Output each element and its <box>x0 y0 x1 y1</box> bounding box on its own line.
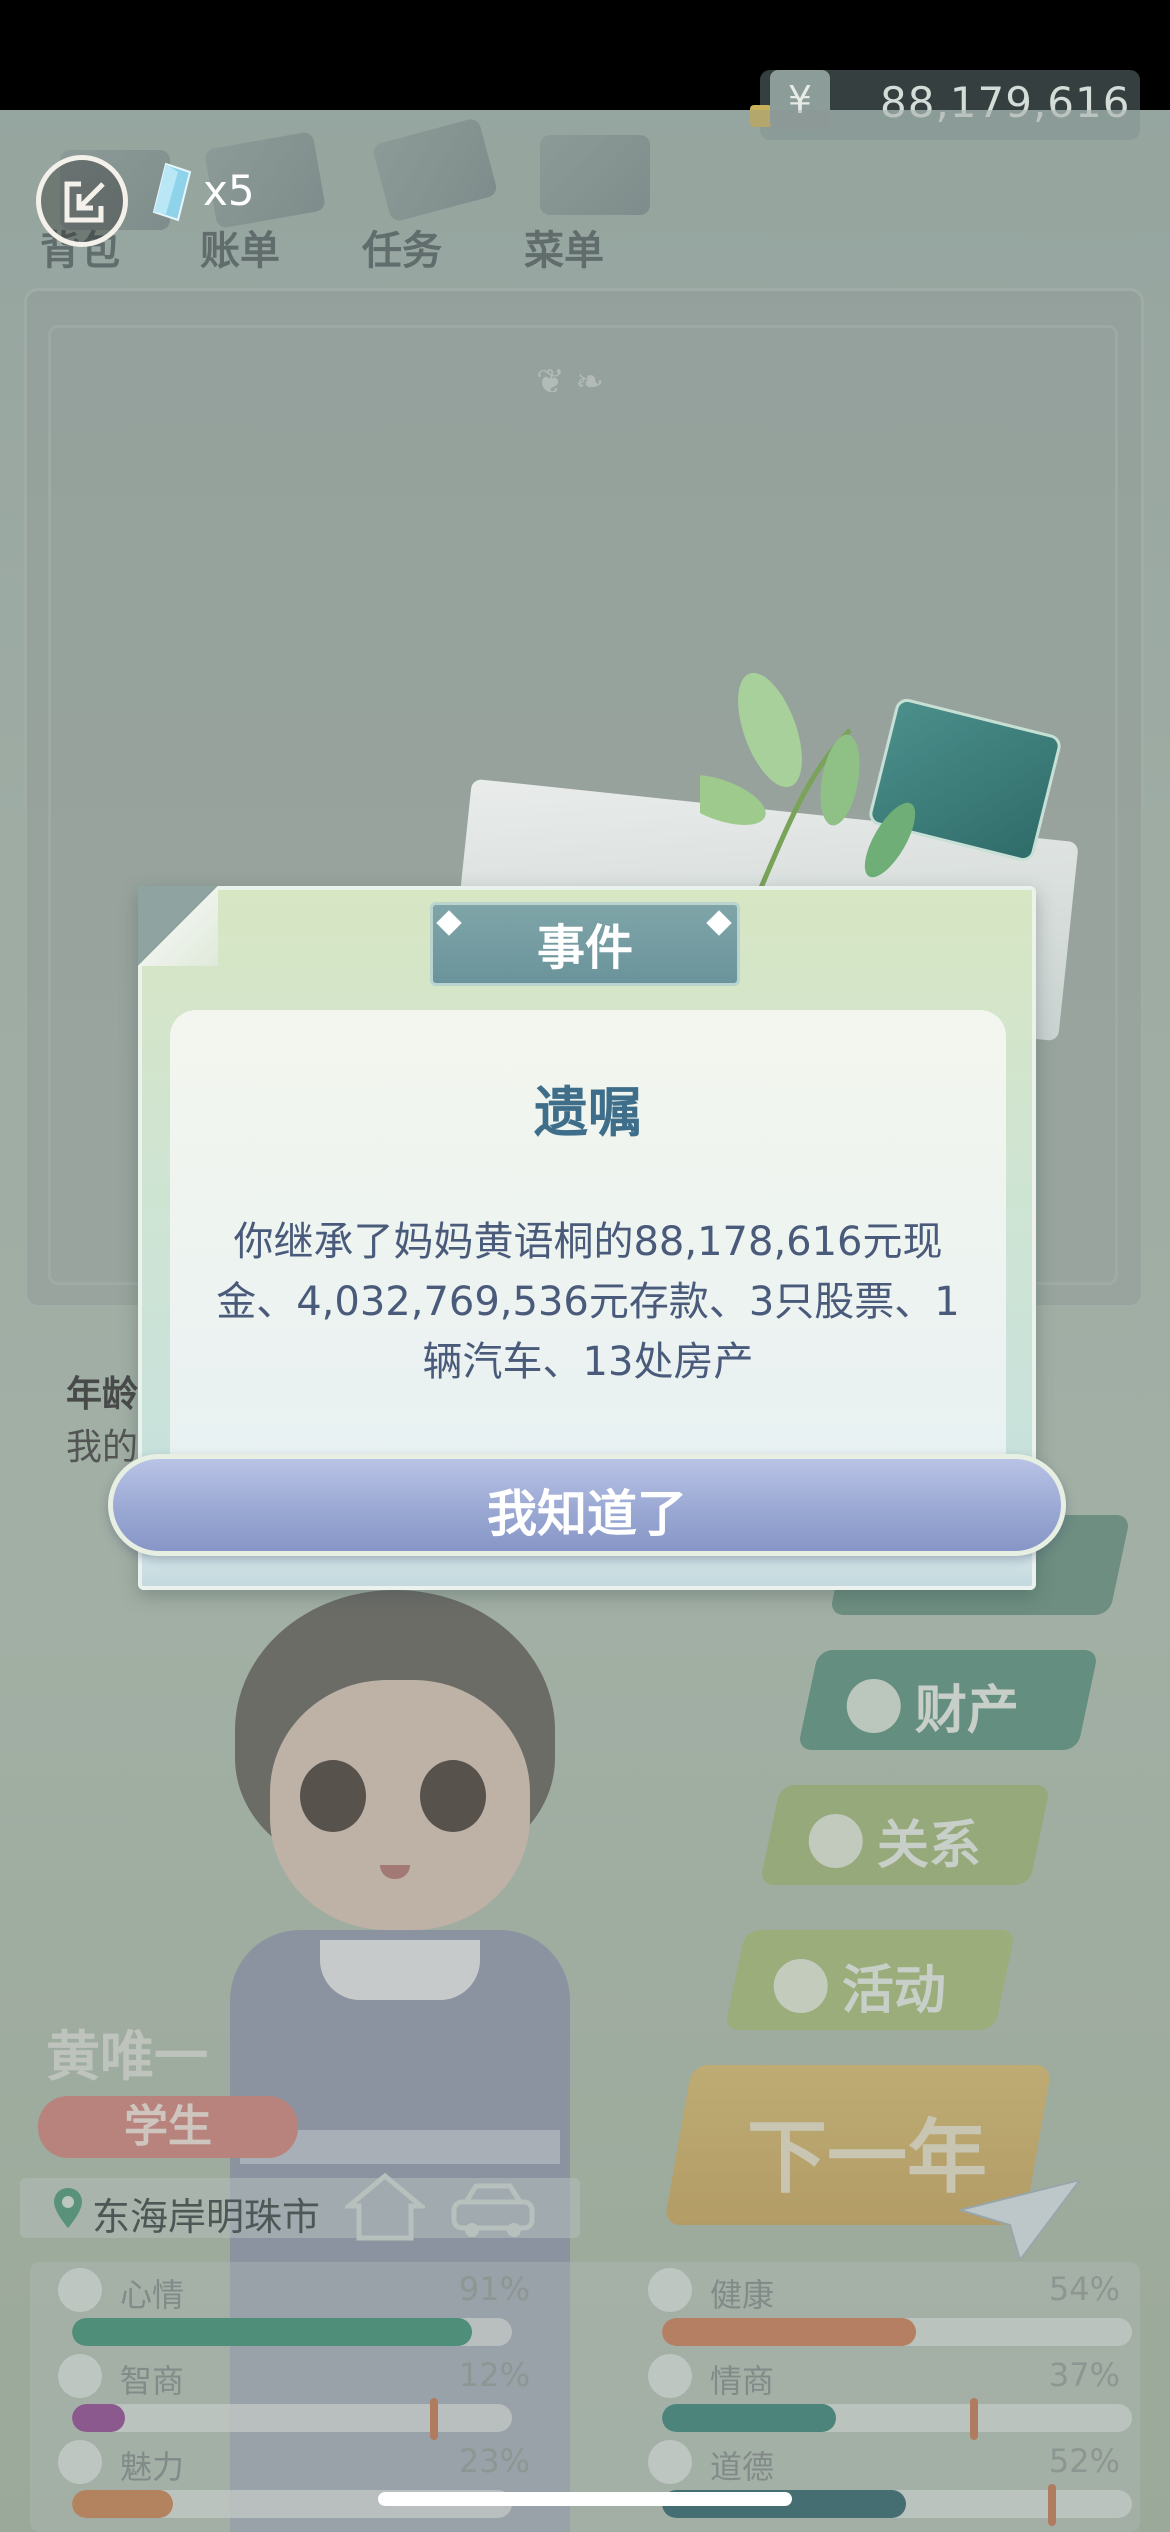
acknowledge-button-label: 我知道了 <box>487 1485 687 1543</box>
crystal-icon <box>152 162 192 222</box>
dialog-header: 事件 <box>536 920 633 976</box>
crystal-count: x5 <box>203 166 255 215</box>
dialog-message: 你继承了妈妈黄语桐的88,178,616元现金、4,032,769,536元存款… <box>216 1219 960 1385</box>
dialog-bottom-edge <box>138 1556 1036 1590</box>
exit-icon <box>64 181 105 223</box>
home-indicator[interactable] <box>378 2492 792 2506</box>
leaf-icon <box>700 672 916 891</box>
exit-button[interactable] <box>36 155 128 247</box>
dialog-title: 遗嘱 <box>534 1081 642 1144</box>
dialog-page-fold <box>138 886 218 966</box>
